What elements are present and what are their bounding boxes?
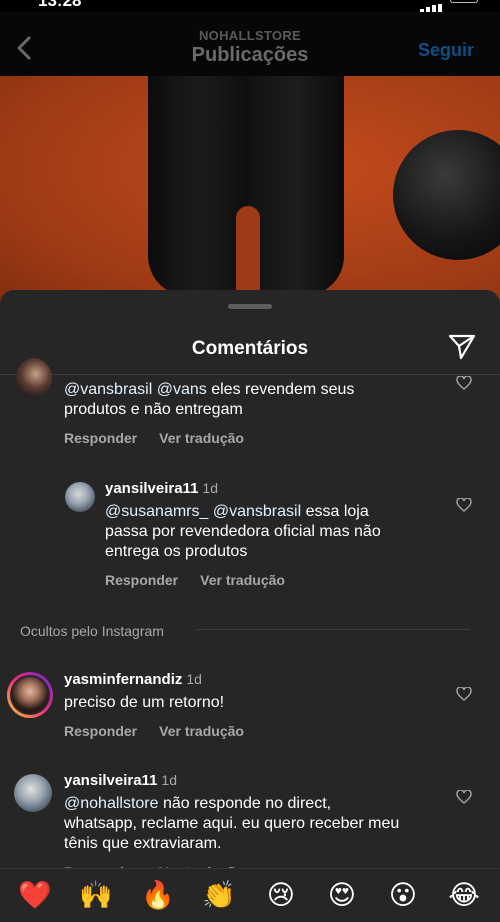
comment-time: 1d [161, 772, 177, 788]
reply-button[interactable]: Responder [64, 723, 137, 739]
comment-actions: Responder Ver tradução [64, 723, 444, 739]
comment-time: 1d [202, 480, 218, 496]
mention-link[interactable]: @susanamrs_ [105, 503, 208, 520]
comment: yansilveira11 1d @nohallstore não respond… [64, 772, 464, 880]
send-icon [448, 334, 476, 360]
comment-username[interactable]: yansilveira11 [64, 772, 157, 789]
reply-button[interactable]: Responder [105, 572, 178, 588]
comment-username[interactable]: yasminfernandiz [64, 671, 182, 688]
jeans-right-leg [248, 76, 344, 296]
comment-text-part: essa loja [301, 503, 369, 520]
signal-icon [420, 0, 448, 12]
emoji-heart-eyes-button[interactable]: 😍 [325, 879, 359, 911]
comment-text: preciso de um retorno! [64, 694, 225, 711]
comments-sheet: Comentários @vansbrasil @vans eles reven… [0, 290, 500, 921]
translate-button[interactable]: Ver tradução [159, 723, 244, 739]
comment-text-part: eles revendem seus [206, 381, 355, 398]
follow-button[interactable]: Seguir [418, 40, 474, 61]
emoji-surprised-button[interactable]: 😮 [386, 879, 420, 911]
story-avatar[interactable] [7, 672, 53, 718]
post-header: NOHALLSTORE Publicações Seguir [0, 12, 500, 76]
mention-link[interactable]: @vansbrasil [213, 503, 301, 520]
comment-time: 1d [186, 671, 202, 687]
emoji-quick-reactions: ❤️ 🙌 🔥 👏 😢 😍 😮 😂 [0, 868, 500, 922]
mention-link[interactable]: @nohallstore [64, 795, 159, 812]
mention-link[interactable]: @vansbrasil [64, 381, 152, 398]
emoji-laugh-button[interactable]: 😂 [447, 879, 481, 911]
comment-text-part: não responde no direct, [158, 795, 332, 812]
comment-text-part: whatsapp, reclame aqui. eu quero receber… [64, 815, 400, 832]
like-heart-icon[interactable] [456, 498, 472, 512]
battery-icon [450, 0, 478, 3]
comment-reply: yansilveira11 1d @susanamrs_ @vansbrasil … [105, 480, 445, 588]
emoji-fire-button[interactable]: 🔥 [141, 879, 175, 911]
comment-text-part: passa por revendedora oficial mas não [105, 523, 381, 540]
emoji-clap-button[interactable]: 👏 [202, 879, 236, 911]
emoji-heart-button[interactable]: ❤️ [18, 879, 52, 911]
comment: @vansbrasil @vans eles revendem seus pro… [64, 380, 444, 446]
reply-button[interactable]: Responder [64, 430, 137, 446]
like-heart-icon[interactable] [456, 376, 472, 390]
comment-text-part: entrega os produtos [105, 543, 248, 560]
comment-text: @susanamrs_ @vansbrasil essa loja passa … [105, 502, 445, 562]
translate-button[interactable]: Ver tradução [200, 572, 285, 588]
avatar[interactable] [14, 774, 52, 812]
jeans-left-leg [148, 76, 248, 296]
comment-text-part: tênis que extraviaram. [64, 835, 222, 852]
sheet-title: Comentários [191, 338, 309, 359]
divider [0, 374, 500, 375]
comment: yasminfernandiz 1d preciso de um retorno!… [64, 671, 444, 739]
hidden-comments-label[interactable]: Ocultos pelo Instagram [20, 623, 164, 639]
like-heart-icon[interactable] [456, 790, 472, 804]
post-image[interactable] [0, 76, 500, 306]
status-time: 13:28 [38, 0, 82, 10]
emoji-cry-button[interactable]: 😢 [264, 879, 298, 911]
comment-username[interactable]: yansilveira11 [105, 480, 198, 497]
avatar[interactable] [65, 482, 95, 512]
drag-handle[interactable] [228, 304, 272, 309]
avatar[interactable] [16, 358, 52, 398]
comment-actions: Responder Ver tradução [105, 572, 445, 588]
comment-text: @vansbrasil @vans eles revendem seus pro… [64, 380, 444, 420]
translate-button[interactable]: Ver tradução [159, 430, 244, 446]
comment-text: @nohallstore não responde no direct, wha… [64, 794, 464, 854]
mention-link[interactable]: @vans [157, 381, 207, 398]
divider [196, 629, 470, 630]
comment-text-part: produtos e não entregam [64, 401, 243, 418]
like-heart-icon[interactable] [456, 687, 472, 701]
emoji-raised-hands-button[interactable]: 🙌 [79, 879, 113, 911]
status-bar: 13:28 [0, 0, 500, 12]
comment-actions: Responder Ver tradução [64, 430, 444, 446]
share-button[interactable] [448, 334, 476, 360]
